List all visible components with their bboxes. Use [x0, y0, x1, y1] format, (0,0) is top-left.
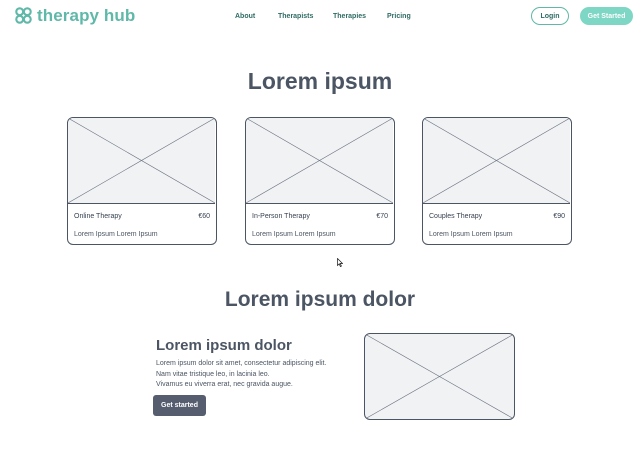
brand-logo[interactable]: therapy hub	[14, 6, 135, 25]
therapy-card-in-person[interactable]: In-Person Therapy €70 Lorem Ipsum Lorem …	[245, 117, 395, 245]
card-title: In-Person Therapy	[252, 213, 310, 220]
card-description: Lorem Ipsum Lorem Ipsum	[429, 231, 513, 238]
mouse-cursor-icon	[337, 258, 343, 267]
nav-link-therapies[interactable]: Therapies	[333, 12, 366, 21]
card-description: Lorem Ipsum Lorem Ipsum	[74, 231, 158, 238]
therapy-card-online[interactable]: Online Therapy €60 Lorem Ipsum Lorem Ips…	[67, 117, 217, 245]
section-title: Lorem ipsum dolor	[224, 288, 416, 311]
login-button[interactable]: Login	[531, 7, 569, 25]
feature-heading: Lorem ipsum dolor	[156, 337, 292, 354]
knot-logo-icon	[15, 7, 32, 24]
feature-text-line: Vivamus eu viverra erat, nec gravida aug…	[156, 381, 293, 388]
feature-text-line: Lorem ipsum dolor sit amet, consectetur …	[156, 360, 327, 367]
nav-link-pricing[interactable]: Pricing	[387, 12, 411, 21]
nav-link-therapists[interactable]: Therapists	[278, 12, 313, 21]
top-navigation-bar: therapy hub About Therapists Therapies P…	[0, 0, 640, 34]
card-title: Online Therapy	[74, 213, 122, 220]
get-started-button[interactable]: Get Started	[580, 7, 633, 25]
get-started-cta-button[interactable]: Get started	[153, 395, 206, 416]
card-price: €70	[376, 213, 388, 220]
image-placeholder	[423, 118, 570, 204]
card-price: €60	[198, 213, 210, 220]
image-placeholder	[364, 333, 515, 420]
card-title: Couples Therapy	[429, 213, 483, 220]
image-placeholder	[68, 118, 215, 204]
image-placeholder	[246, 118, 393, 204]
card-price: €90	[553, 213, 565, 220]
brand-name: therapy hub	[37, 6, 136, 25]
section-title: Lorem ipsum	[247, 68, 393, 94]
card-description: Lorem Ipsum Lorem Ipsum	[252, 231, 336, 238]
feature-text-line: Nam vitae tristique leo, in lacinia leo.	[156, 370, 270, 378]
therapy-card-couples[interactable]: Couples Therapy €90 Lorem Ipsum Lorem Ip…	[422, 117, 572, 245]
feature-paragraph: Lorem ipsum dolor sit amet, consectetur …	[156, 359, 326, 391]
nav-link-about[interactable]: About	[235, 12, 255, 21]
